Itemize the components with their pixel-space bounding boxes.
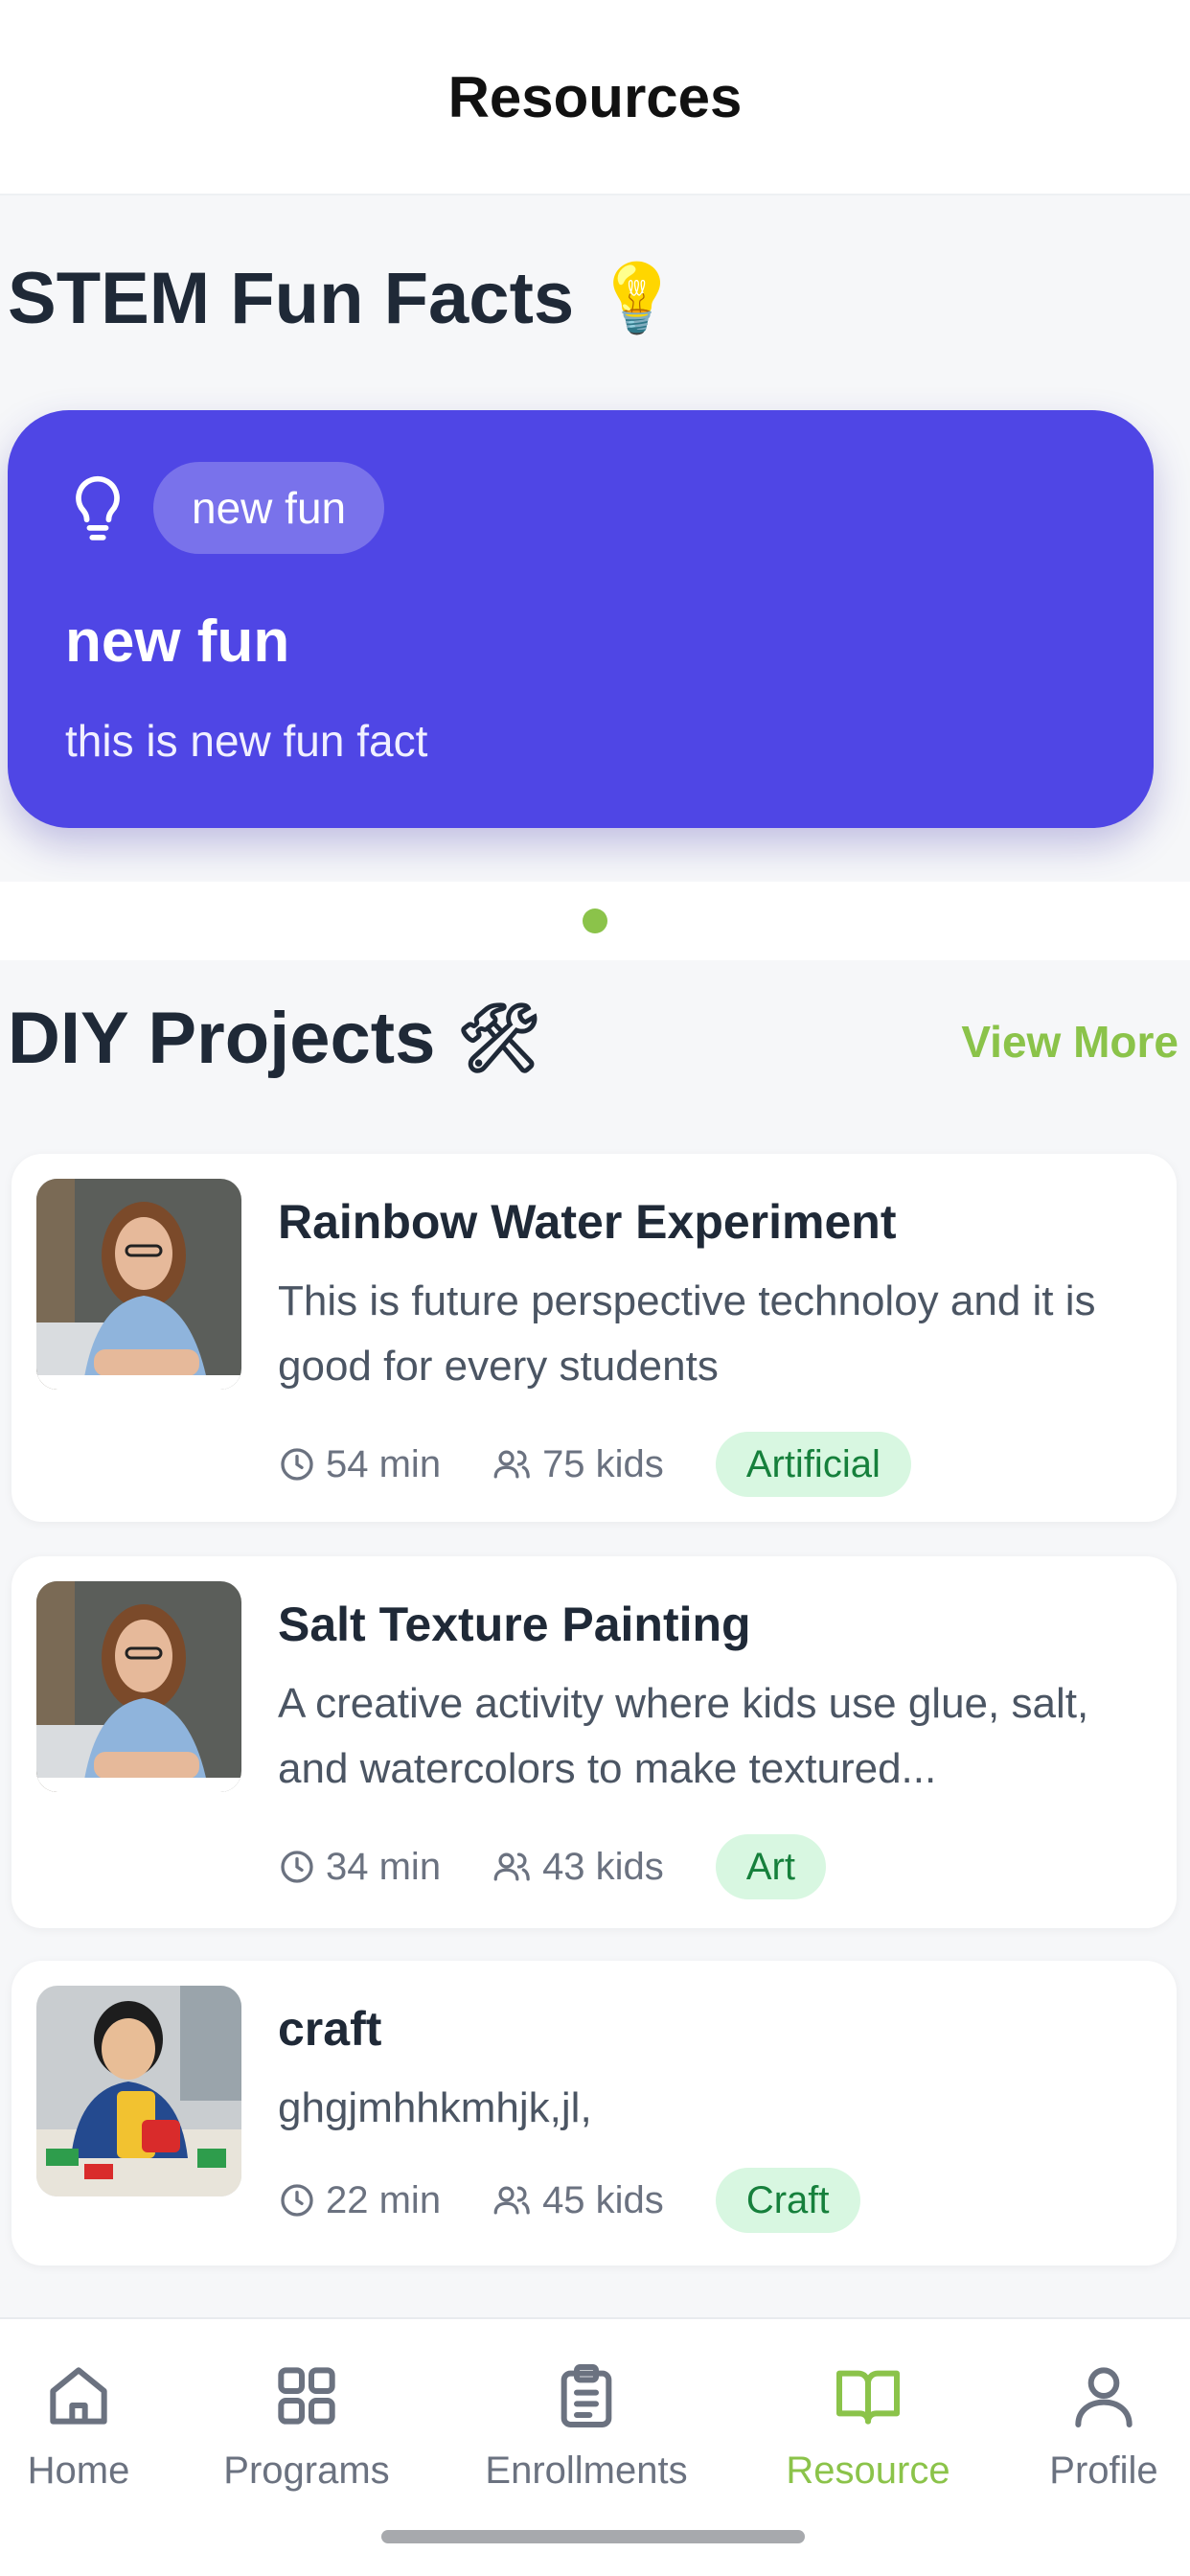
- user-icon: [1075, 2367, 1133, 2427]
- project-title: Rainbow Water Experiment: [278, 1195, 897, 1249]
- kids-text: 75 kids: [542, 1442, 664, 1485]
- tab-enrollments-label: Enrollments: [485, 2450, 688, 2492]
- tab-profile[interactable]: Profile: [998, 2358, 1190, 2493]
- project-meta: 34 min 43 kids Art: [278, 1834, 826, 1899]
- users-icon: [493, 1852, 530, 1881]
- duration: 22 min: [278, 2179, 441, 2222]
- fun-fact-category-pill: new fun: [153, 462, 385, 554]
- project-card[interactable]: craft ghgjmhhkmhjk,jl, 22 min 45 kids Cr…: [11, 1961, 1177, 2266]
- kids-count: 75 kids: [492, 1443, 664, 1486]
- tab-enrollments[interactable]: Enrollments: [481, 2358, 692, 2493]
- category-tag: Art: [715, 1834, 826, 1899]
- pagination-dot-active[interactable]: [583, 908, 607, 933]
- lightbulb-emoji-icon: 💡: [595, 259, 679, 337]
- fun-fact-text: this is new fun fact: [65, 716, 428, 766]
- tab-home[interactable]: Home: [0, 2358, 184, 2493]
- diy-title: DIY Projects: [8, 998, 436, 1079]
- grid-icon: [278, 2367, 335, 2425]
- duration-text: 22 min: [326, 2178, 442, 2221]
- tab-resource-label: Resource: [786, 2450, 950, 2492]
- project-title: Salt Texture Painting: [278, 1598, 751, 1651]
- project-title: craft: [278, 2002, 382, 2056]
- kids-count: 43 kids: [492, 1846, 664, 1889]
- duration: 34 min: [278, 1846, 441, 1889]
- kids-text: 43 kids: [542, 1845, 664, 1888]
- project-description: ghgjmhhkmhjk,jl,: [278, 2084, 592, 2131]
- project-thumbnail: [36, 1581, 241, 1792]
- lightbulb-icon: [76, 475, 120, 540]
- fun-fact-card[interactable]: new fun new fun this is new fun fact: [8, 410, 1154, 828]
- project-card[interactable]: Salt Texture Painting A creative activit…: [11, 1556, 1177, 1928]
- home-icon: [50, 2367, 107, 2425]
- kids-text: 45 kids: [542, 2178, 664, 2221]
- home-indicator: [381, 2530, 805, 2543]
- clock-icon: [281, 1448, 313, 1481]
- clock-icon: [281, 1851, 313, 1883]
- project-card[interactable]: Rainbow Water Experiment This is future …: [11, 1154, 1177, 1522]
- duration: 54 min: [278, 1443, 441, 1486]
- tab-profile-label: Profile: [1049, 2450, 1158, 2492]
- category-tag: Artificial: [715, 1432, 911, 1497]
- kids-count: 45 kids: [492, 2179, 664, 2222]
- duration-text: 54 min: [326, 1442, 442, 1485]
- tab-programs[interactable]: Programs: [201, 2358, 412, 2493]
- users-icon: [493, 2186, 530, 2215]
- fun-facts-heading: STEM Fun Facts 💡: [8, 257, 678, 340]
- diy-heading: DIY Projects 🛠: [8, 997, 541, 1080]
- project-description: This is future perspective technoloy and…: [278, 1277, 1096, 1390]
- tab-programs-label: Programs: [223, 2450, 390, 2492]
- clipboard-icon: [561, 2364, 612, 2427]
- page-title: Resources: [447, 64, 743, 129]
- project-thumbnail: [36, 1179, 241, 1390]
- clock-icon: [281, 2184, 313, 2217]
- fun-facts-title: STEM Fun Facts: [8, 258, 575, 339]
- book-open-icon: [836, 2370, 900, 2425]
- fun-fact-title: new fun: [65, 609, 290, 675]
- view-more-link[interactable]: View More: [961, 1016, 1179, 1068]
- tools-emoji-icon: 🛠: [456, 999, 542, 1077]
- category-tag: Craft: [715, 2168, 860, 2233]
- project-meta: 22 min 45 kids Craft: [278, 2168, 860, 2233]
- project-meta: 54 min 75 kids Artificial: [278, 1432, 911, 1497]
- duration-text: 34 min: [326, 1845, 442, 1888]
- tab-resource[interactable]: Resource: [763, 2358, 973, 2493]
- project-description: A creative activity where kids use glue,…: [278, 1680, 1089, 1792]
- carousel-pagination: [0, 882, 1190, 960]
- project-thumbnail: [36, 1986, 241, 2196]
- tab-home-label: Home: [27, 2450, 130, 2492]
- top-header: Resources: [0, 0, 1190, 196]
- users-icon: [493, 1450, 530, 1479]
